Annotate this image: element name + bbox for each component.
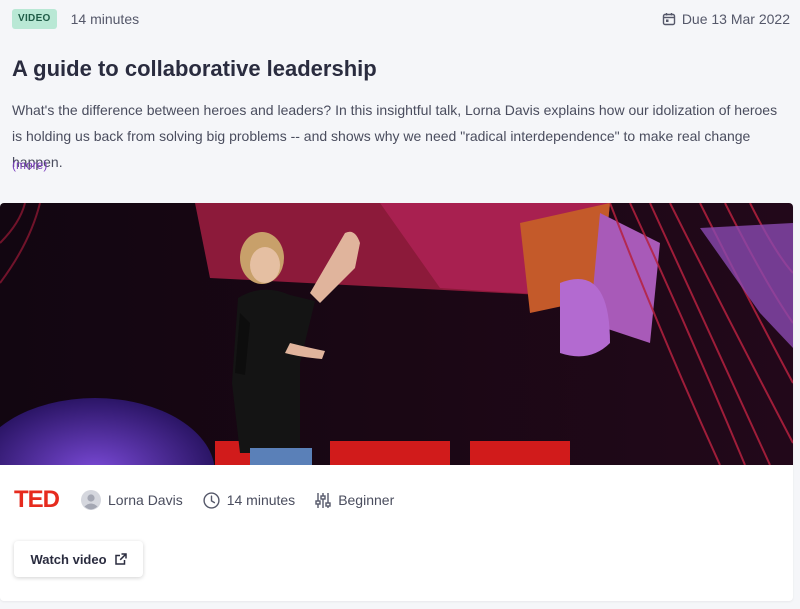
watch-video-button[interactable]: Watch video <box>14 541 143 577</box>
duration-label: 14 minutes <box>70 11 140 27</box>
level-info: Beginner <box>315 492 394 509</box>
duration-info: 14 minutes <box>203 491 296 509</box>
external-link-icon <box>114 552 127 565</box>
speaker-info: Lorna Davis <box>81 490 183 510</box>
level-value: Beginner <box>338 492 395 508</box>
due-date-label: Due 13 Mar 2022 <box>681 11 790 27</box>
duration-value: 14 minutes <box>226 492 296 508</box>
video-card: TED Lorna Davis 14 minutes Beginner Watc… <box>0 203 793 601</box>
content-type-badge: VIDEO <box>12 9 57 29</box>
calendar-icon <box>662 13 676 26</box>
meta-row: TED Lorna Davis 14 minutes Beginner <box>14 485 414 515</box>
more-link[interactable]: (more) <box>12 158 47 172</box>
page-title: A guide to collaborative leadership <box>12 56 377 81</box>
watch-video-label: Watch video <box>30 551 107 567</box>
description: What's the difference between heroes and… <box>12 102 778 170</box>
ted-logo: TED <box>14 486 60 513</box>
video-thumbnail[interactable] <box>0 203 793 465</box>
avatar-icon <box>81 490 101 510</box>
due-date: Due 13 Mar 2022 <box>662 11 790 27</box>
sliders-icon <box>315 492 331 509</box>
header-row: VIDEO 14 minutes Due 13 Mar 2022 <box>12 6 790 32</box>
speaker-name: Lorna Davis <box>108 492 183 508</box>
clock-icon <box>203 491 220 509</box>
